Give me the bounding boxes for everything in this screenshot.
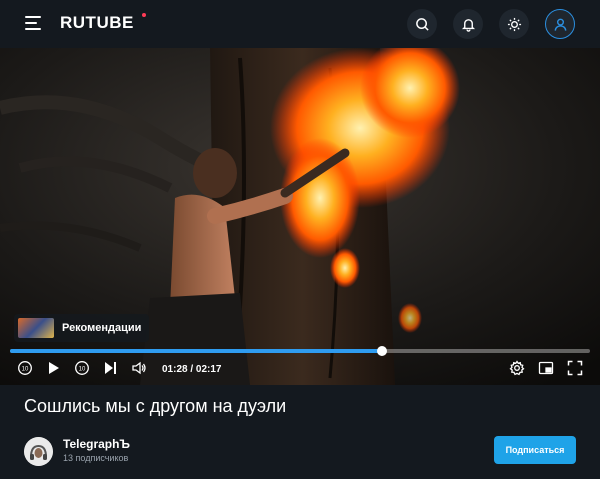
hamburger-menu-icon[interactable] xyxy=(25,16,41,30)
settings-icon xyxy=(509,360,525,376)
recommendations-button[interactable]: Рекомендации xyxy=(14,314,150,342)
settings-button[interactable] xyxy=(508,359,526,377)
volume-icon xyxy=(132,361,146,375)
rewind-10-icon: 10 xyxy=(18,361,32,375)
progress-fill xyxy=(10,349,383,353)
recommendations-thumbnail xyxy=(18,318,54,338)
theme-toggle-button[interactable] xyxy=(499,9,529,39)
time-display: 01:28 / 02:17 xyxy=(162,364,222,375)
fullscreen-icon xyxy=(567,360,583,376)
forward-10-button[interactable]: 10 xyxy=(73,359,91,377)
svg-text:10: 10 xyxy=(79,367,86,373)
channel-logo-icon xyxy=(24,437,53,466)
subscriber-count: 13 подписчиков xyxy=(63,453,129,463)
player-controls: 10 10 01:28 / 02:17 xyxy=(0,356,600,382)
forward-10-icon: 10 xyxy=(75,361,89,375)
logo-dot xyxy=(142,13,146,17)
bell-icon xyxy=(461,18,475,32)
next-button[interactable] xyxy=(101,359,119,377)
profile-button[interactable] xyxy=(545,9,575,39)
notifications-button[interactable] xyxy=(453,9,483,39)
sun-icon xyxy=(507,17,521,31)
video-title: Сошлись мы с другом на дуэли xyxy=(24,396,287,416)
play-button[interactable] xyxy=(44,359,62,377)
picture-in-picture-button[interactable] xyxy=(537,359,555,377)
next-icon xyxy=(105,362,116,374)
channel-name[interactable]: TelegraphЪ xyxy=(63,437,130,451)
play-icon xyxy=(49,362,59,374)
picture-in-picture-icon xyxy=(538,361,554,375)
volume-button[interactable] xyxy=(130,359,148,377)
progress-bar[interactable] xyxy=(10,346,590,356)
recommendations-label: Рекомендации xyxy=(62,322,142,334)
video-player[interactable]: Рекомендации 10 10 01:28 / 02:17 xyxy=(0,48,600,385)
top-header: RUTUBE xyxy=(0,0,600,48)
fullscreen-button[interactable] xyxy=(566,359,584,377)
rewind-10-button[interactable]: 10 xyxy=(16,359,34,377)
search-button[interactable] xyxy=(407,9,437,39)
user-icon xyxy=(554,18,566,31)
subscribe-button[interactable]: Подписаться xyxy=(494,436,576,464)
search-icon xyxy=(415,17,429,31)
svg-text:10: 10 xyxy=(22,367,29,373)
rutube-logo[interactable]: RUTUBE xyxy=(60,13,134,33)
channel-avatar[interactable] xyxy=(24,437,53,466)
